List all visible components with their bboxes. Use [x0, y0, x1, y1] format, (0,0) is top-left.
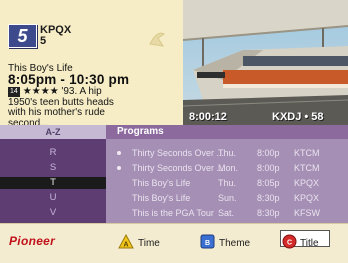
- svg-text:B: B: [205, 240, 210, 247]
- brand-logo: Pioneer: [9, 234, 56, 248]
- train-image: [183, 0, 348, 125]
- program-title: This Boy's Life: [132, 193, 191, 203]
- video-channel: KXDJ • 58: [272, 111, 324, 123]
- reminder-dot-icon: [117, 166, 121, 170]
- program-row[interactable]: This Boy's Life Thu. 8:05p KPQX: [106, 177, 348, 189]
- channel-sub-number: 5: [40, 35, 47, 47]
- now-showing-panel: 5 KPQX 5 This Boy's Life 8:05pm - 10:30 …: [0, 0, 183, 128]
- program-channel: KPQX: [294, 193, 320, 203]
- program-row[interactable]: This is the PGA Tour Sat. 8:30p KFSW: [106, 207, 348, 219]
- show-description: 14 ★★★★ '93. A hip 1950's teen butts head…: [8, 86, 128, 129]
- program-title: Thirty Seconds Over ...: [132, 163, 225, 173]
- star-rating: ★★★★: [22, 86, 59, 97]
- footer-bar: Pioneer A Time B Theme C Title: [0, 223, 348, 263]
- letter-index: R S T U V: [0, 139, 106, 223]
- program-time: 8:30p: [257, 208, 280, 218]
- theme-sort-button[interactable]: B Theme: [198, 228, 264, 250]
- program-row[interactable]: Thirty Seconds Over ... Mon. 8:00p KTCM: [106, 162, 348, 174]
- blue-square-key-icon: B: [200, 234, 215, 249]
- program-title: This is the PGA Tour: [132, 208, 214, 218]
- program-channel: KPQX: [294, 178, 320, 188]
- time-sort-button[interactable]: A Time: [116, 228, 176, 250]
- video-clock: 8:00:12: [189, 111, 227, 123]
- channel-number-badge: 5: [8, 24, 37, 48]
- program-time: 8:00p: [257, 163, 280, 173]
- station-logo-icon: [146, 28, 168, 50]
- time-label: Time: [138, 238, 160, 249]
- programs-header: Programs: [106, 125, 348, 139]
- title-label: Title: [300, 238, 319, 249]
- program-title: This Boy's Life: [132, 178, 191, 188]
- show-time-range: 8:05pm - 10:30 pm: [8, 72, 130, 87]
- theme-label: Theme: [219, 238, 251, 249]
- yellow-triangle-key-icon: A: [118, 234, 134, 249]
- program-channel: KFSW: [294, 208, 320, 218]
- svg-text:C: C: [287, 240, 292, 247]
- program-day: Mon.: [218, 163, 239, 173]
- program-row[interactable]: This Boy's Life Sun. 8:30p KPQX: [106, 192, 348, 204]
- letter-t-selected[interactable]: T: [0, 177, 106, 189]
- program-day: Sat.: [218, 208, 235, 218]
- program-title: Thirty Seconds Over ...: [132, 148, 225, 158]
- az-header: A-Z: [0, 125, 106, 139]
- letter-r[interactable]: R: [0, 147, 106, 159]
- red-circle-key-icon: C: [282, 234, 297, 249]
- rating-badge: 14: [8, 87, 20, 97]
- title-sort-button[interactable]: C Title: [275, 228, 333, 250]
- program-day: Sun.: [218, 193, 237, 203]
- program-day: Thu.: [218, 178, 237, 188]
- program-list: Thirty Seconds Over ... Thu. 8:00p KTCM …: [106, 139, 348, 223]
- letter-u[interactable]: U: [0, 192, 106, 204]
- program-channel: KTCM: [294, 163, 320, 173]
- program-day: Thu.: [218, 148, 237, 158]
- video-preview[interactable]: 8:00:12 KXDJ • 58: [183, 0, 348, 125]
- program-time: 8:00p: [257, 148, 280, 158]
- letter-s[interactable]: S: [0, 162, 106, 174]
- program-channel: KTCM: [294, 148, 320, 158]
- program-time: 8:05p: [257, 178, 280, 188]
- tv-guide-screen: 5 KPQX 5 This Boy's Life 8:05pm - 10:30 …: [0, 0, 348, 263]
- program-row[interactable]: Thirty Seconds Over ... Thu. 8:00p KTCM: [106, 147, 348, 159]
- letter-v[interactable]: V: [0, 207, 106, 219]
- program-time: 8:30p: [257, 193, 280, 203]
- reminder-dot-icon: [117, 151, 121, 155]
- svg-text:A: A: [123, 242, 128, 249]
